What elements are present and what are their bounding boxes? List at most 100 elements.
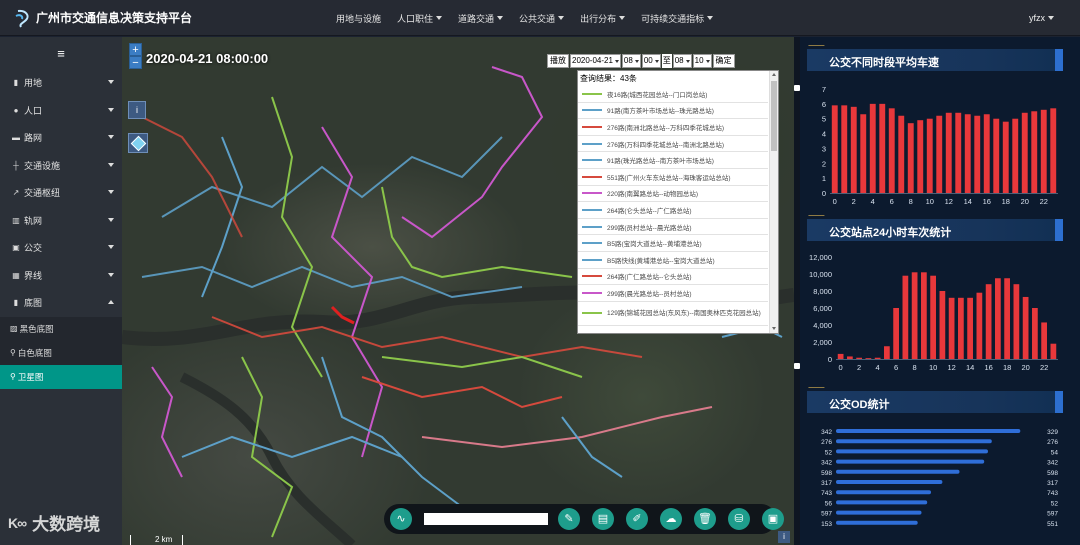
stamp-icon[interactable]: ⛁ xyxy=(728,508,750,530)
route-name: 91路(南方茶叶市场总站--珠光路总站) xyxy=(607,108,714,116)
od-bar xyxy=(836,520,918,525)
hour-from-select[interactable]: 08 xyxy=(621,54,641,68)
route-list-item[interactable]: 91路(珠光路总站--南方茶叶市场总站) xyxy=(578,152,768,169)
route-list-item[interactable]: 276路(万科四季花城总站--南洲北路总站) xyxy=(578,136,768,153)
clipboard-icon[interactable]: ▤ xyxy=(592,508,614,530)
search-input[interactable] xyxy=(424,513,548,525)
info-button[interactable]: i xyxy=(128,101,146,119)
sidebar-item-label: 用地 xyxy=(24,78,43,89)
zoom-in-button[interactable]: + xyxy=(129,43,142,56)
minute-to-select[interactable]: 10 xyxy=(692,54,712,68)
y-tick-label: 12,000 xyxy=(809,253,832,262)
info-corner-icon[interactable]: i xyxy=(778,531,790,543)
y-tick-label: 10,000 xyxy=(809,270,832,279)
sidebar-item-population[interactable]: ● 人口 xyxy=(0,97,122,125)
confirm-button[interactable]: 确定 xyxy=(712,54,735,68)
bar xyxy=(974,115,981,193)
layer-switch-button[interactable] xyxy=(128,133,148,153)
scroll-down-icon[interactable] xyxy=(772,327,776,330)
sidebar-item-roadnet[interactable]: ▬ 路网 xyxy=(0,124,122,152)
route-list-item[interactable]: 129路(锦城花园总站(东风东)--南国奥林匹克花园总站) xyxy=(578,302,768,326)
pin-icon: ⚲ xyxy=(10,348,16,357)
minute-to-value: 10 xyxy=(694,56,704,65)
route-list-item[interactable]: 299路(晨光路总站--员村总站) xyxy=(578,285,768,302)
sidebar-subitem-satellite[interactable]: ⚲ 卫星图 xyxy=(0,364,122,389)
route-list-item[interactable]: 264路(仑头总站--广仁路总站) xyxy=(578,202,768,219)
watermark-logo: K∞ xyxy=(8,514,27,531)
od-bar xyxy=(836,449,988,454)
sidebar-subitem-label: 黑色底图 xyxy=(19,323,54,334)
route-list-item[interactable]: 551路(广州火车东站总站--海珠客运站总站) xyxy=(578,169,768,186)
od-bar xyxy=(836,500,928,505)
pencil-icon[interactable]: ✎ xyxy=(558,508,580,530)
nav-trip-distribution[interactable]: 出行分布 xyxy=(580,12,626,25)
hour-to-select[interactable]: 08 xyxy=(672,54,692,68)
caret-down-icon xyxy=(108,107,114,112)
trash-icon[interactable]: 🗑 xyxy=(694,508,716,530)
sidebar-item-hub[interactable]: ↗ 交通枢纽 xyxy=(0,179,122,207)
bar-chart-icon: ▮ xyxy=(13,78,19,88)
nav-public-transit[interactable]: 公共交通 xyxy=(519,12,565,25)
bar xyxy=(847,356,853,359)
top-bar: 广州市交通信息决策支持平台 用地与设施 人口职住 道路交通 公共交通 出行分布 … xyxy=(0,0,1080,36)
route-list-item[interactable]: 夜16路(城西花园总站--门口岗总站) xyxy=(578,86,768,103)
od-bar xyxy=(836,480,943,484)
header-decoration xyxy=(805,45,825,51)
route-color-swatch xyxy=(582,242,602,245)
sidebar-item-label: 交通设施 xyxy=(24,160,61,171)
zoom-controls: + − xyxy=(129,43,142,69)
bar xyxy=(936,115,943,193)
route-list-item[interactable]: B5路(宝岗大道总站--黄埔港总站) xyxy=(578,235,768,252)
x-tick-label: 4 xyxy=(876,363,880,372)
query-bar: 播放 2020-04-21 08 00 至 08 10 确定 xyxy=(547,54,735,68)
od-bar xyxy=(836,510,922,515)
route-list-item[interactable]: B5路快线(黄埔港总站--宝岗大道总站) xyxy=(578,252,768,269)
sidebar-item-label: 公交 xyxy=(24,243,43,254)
map-view[interactable]: + − 2020-04-21 08:00:00 i 播放 2020-04-21 … xyxy=(122,37,794,545)
sidebar-subitem-white-basemap[interactable]: ⚲ 白色底图 xyxy=(0,340,122,365)
scroll-thumb[interactable] xyxy=(771,81,777,151)
user-icon: ● xyxy=(13,105,19,115)
car-icon: ▬ xyxy=(12,133,20,143)
route-list-item[interactable]: 91路(南方茶叶市场总站--珠光路总站) xyxy=(578,103,768,120)
date-select[interactable]: 2020-04-21 xyxy=(570,54,621,68)
sidebar-item-landuse[interactable]: ▮ 用地 xyxy=(0,69,122,97)
od-right-label: 597 xyxy=(1047,511,1058,518)
bar xyxy=(888,108,895,193)
pulse-icon[interactable]: ∿ xyxy=(390,508,412,530)
user-menu[interactable]: yfzx xyxy=(1029,13,1054,23)
scroll-up-icon[interactable] xyxy=(772,73,776,76)
edit-icon[interactable]: ✐ xyxy=(626,508,648,530)
sidebar-item-boundary[interactable]: ▦ 界线 xyxy=(0,262,122,290)
route-list-item[interactable]: 276路(南洲北路总站--万科四季花城总站) xyxy=(578,119,768,136)
route-name: 129路(锦城花园总站(东风东)--南国奥林匹克花园总站) xyxy=(607,309,761,317)
sidebar-item-bus[interactable]: ▣ 公交 xyxy=(0,234,122,262)
sidebar-subitem-black-basemap[interactable]: ▨ 黑色底图 xyxy=(0,316,122,341)
route-color-swatch xyxy=(582,258,602,261)
y-tick-label: 4 xyxy=(822,130,826,139)
caret-down-icon xyxy=(436,16,443,20)
bar xyxy=(837,353,844,359)
route-list-item[interactable]: 264路(广仁路总站--仑头总站) xyxy=(578,269,768,286)
od-right-label: 551 xyxy=(1047,521,1058,528)
image-icon: ▨ xyxy=(10,324,18,333)
nav-land-facilities[interactable]: 用地与设施 xyxy=(336,12,381,25)
route-icon: ↗ xyxy=(12,188,20,198)
zoom-out-button[interactable]: − xyxy=(129,56,142,69)
route-list-item[interactable]: 299路(员村总站--晨光路总站) xyxy=(578,219,768,236)
nav-sustainable-indicators[interactable]: 可持续交通指标 xyxy=(641,12,714,25)
nav-population[interactable]: 人口职住 xyxy=(397,12,443,25)
scrollbar[interactable] xyxy=(769,71,778,333)
image-icon[interactable]: ▣ xyxy=(762,508,784,530)
cloud-upload-icon[interactable]: ☁ xyxy=(660,508,682,530)
sidebar-item-facilities[interactable]: ┼ 交通设施 xyxy=(0,152,122,180)
y-tick-label: 2,000 xyxy=(813,338,832,347)
nav-road-traffic[interactable]: 道路交通 xyxy=(458,12,504,25)
play-button[interactable]: 播放 xyxy=(547,54,569,68)
sidebar-item-basemap[interactable]: ▮ 底图 xyxy=(0,289,122,317)
sidebar-item-rail[interactable]: ▥ 轨网 xyxy=(0,207,122,235)
menu-toggle-icon[interactable]: ≡ xyxy=(0,37,122,69)
caret-down-icon xyxy=(685,59,690,63)
route-list-item[interactable]: 220路(南翼路总站--动物园总站) xyxy=(578,186,768,203)
minute-from-select[interactable]: 00 xyxy=(641,54,661,68)
